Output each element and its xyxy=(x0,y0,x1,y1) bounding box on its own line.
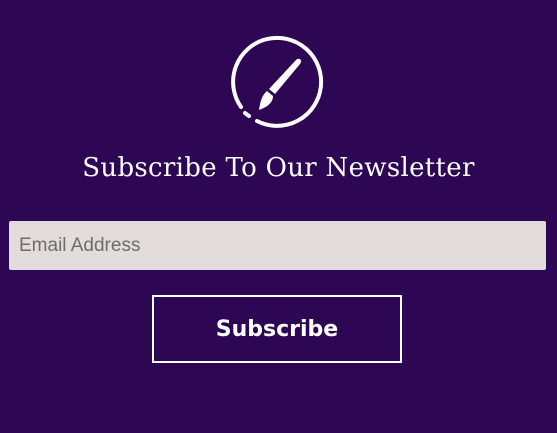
subscribe-button[interactable]: Subscribe xyxy=(152,295,402,363)
email-input[interactable] xyxy=(9,221,546,270)
paintbrush-circle-icon xyxy=(229,35,325,131)
newsletter-title: Subscribe To Our Newsletter xyxy=(82,153,475,183)
